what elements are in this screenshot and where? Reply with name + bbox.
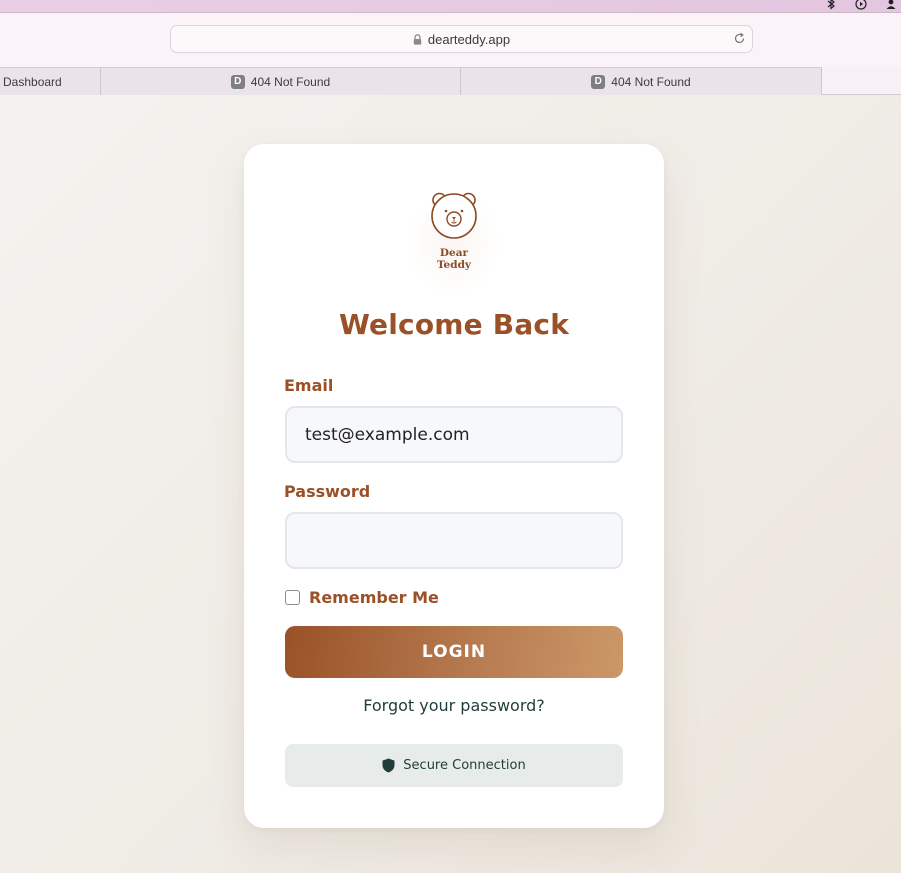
logo-line-2: Teddy (436, 259, 472, 271)
logo-line-1: Dear (439, 247, 469, 259)
dear-teddy-logo: Dear Teddy (407, 188, 501, 298)
password-label: Password (284, 482, 371, 501)
tab-strip: Dashboard D 404 Not Found D 404 Not Foun… (0, 67, 901, 95)
menu-bar (0, 0, 901, 13)
login-card: Dear Teddy Welcome Back Email Password R… (244, 144, 664, 828)
secure-connection-badge: Secure Connection (285, 744, 623, 787)
address-bar[interactable]: dearteddy.app (170, 25, 753, 53)
tab-dashboard[interactable]: Dashboard (0, 67, 101, 95)
tab-favicon: D (230, 74, 245, 89)
menu-bar-status-icons (825, 0, 897, 10)
page-title: Welcome Back (338, 308, 570, 341)
tab-favicon: D (591, 74, 606, 89)
forgot-password-link[interactable]: Forgot your password? (244, 696, 664, 715)
tab-404-2[interactable]: D 404 Not Found (461, 67, 822, 95)
remember-me-checkbox[interactable] (285, 590, 300, 605)
reload-icon[interactable] (733, 32, 746, 45)
tab-label: 404 Not Found (611, 74, 691, 89)
bluetooth-icon[interactable] (825, 0, 837, 10)
email-label: Email (284, 376, 334, 395)
login-button[interactable]: LOGIN (285, 626, 623, 678)
tab-label: Dashboard (3, 74, 62, 89)
password-field[interactable] (285, 512, 623, 569)
logo-wordmark: Dear Teddy (437, 247, 471, 271)
tab-label: 404 Not Found (250, 74, 331, 89)
teddy-bear-icon (428, 188, 480, 245)
email-field[interactable] (285, 406, 623, 463)
remember-me-label[interactable]: Remember Me (309, 588, 439, 607)
browser-toolbar: dearteddy.app (0, 13, 901, 67)
shield-icon (382, 758, 395, 773)
play-circle-icon[interactable] (855, 0, 867, 10)
lock-icon (413, 33, 422, 45)
secure-connection-text: Secure Connection (403, 758, 526, 773)
tab-404-1[interactable]: D 404 Not Found (101, 67, 461, 95)
user-icon[interactable] (885, 0, 897, 10)
remember-me-row[interactable]: Remember Me (285, 588, 439, 607)
address-url: dearteddy.app (427, 31, 511, 47)
